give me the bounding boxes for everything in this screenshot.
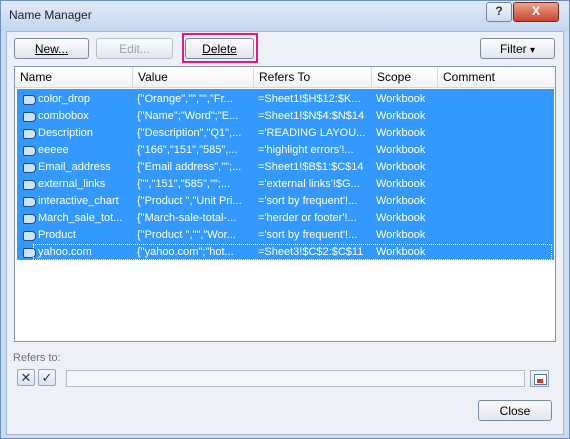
confirm-edit-button[interactable]: ✓	[38, 369, 56, 386]
table-row[interactable]: interactive_chart {"Product ","Unit Pri..…	[15, 193, 555, 210]
table-row[interactable]: Product {"Product ","","Wor... ='sort by f…	[15, 227, 555, 244]
cell-value: {"","151","585","";...	[137, 178, 231, 190]
cell-scope: Workbook	[376, 144, 426, 156]
cell-refers-to: ='READING LAYOU...	[258, 127, 366, 139]
cell-scope: Workbook	[376, 93, 426, 105]
collapse-dialog-button[interactable]	[530, 370, 549, 387]
window-close-button[interactable]: X	[513, 2, 559, 22]
table-row[interactable]: March_sale_tot... {"March-sale-total-... =…	[15, 210, 555, 227]
cell-refers-to: ='sort by frequent'!...	[258, 229, 358, 241]
check-icon: ✓	[41, 370, 53, 385]
cell-value: {"Name";"Word";"E...	[137, 110, 239, 122]
edit-button[interactable]: Edit...	[96, 38, 173, 59]
new-button[interactable]: New...	[14, 38, 89, 59]
delete-highlight-box	[182, 33, 258, 63]
table-row[interactable]: external_links {"","151","585","";... ='ex…	[15, 176, 555, 193]
cell-value: {"Orange","","","Fr...	[137, 93, 233, 105]
cell-name: eeeee	[38, 144, 69, 156]
cancel-edit-button[interactable]: ✕	[17, 369, 35, 386]
cell-scope: Workbook	[376, 229, 426, 241]
cell-refers-to: ='herder or footer'!...	[258, 212, 357, 224]
help-button[interactable]: ?	[486, 2, 512, 22]
named-range-icon	[23, 197, 36, 207]
table-row[interactable]: Email_address {"Email address","";... =She…	[15, 159, 555, 176]
cell-name: Product	[38, 229, 76, 241]
cell-refers-to: ='external links'!$G...	[258, 178, 360, 190]
named-range-icon	[23, 146, 36, 156]
cell-scope: Workbook	[376, 110, 426, 122]
cell-value: {"March-sale-total-...	[137, 212, 237, 224]
cell-scope: Workbook	[376, 127, 426, 139]
cell-refers-to: ='sort by frequent'!...	[258, 195, 358, 207]
names-list[interactable]: Name Value Refers To Scope Comment color…	[14, 66, 556, 342]
title-bar: Name Manager ? X	[1, 1, 569, 31]
close-icon: ✕	[20, 370, 32, 385]
table-row[interactable]: eeeee {"166","151","585",... ='highlight e…	[15, 142, 555, 159]
cell-value: {"Description","Q1",...	[137, 127, 242, 139]
cell-refers-to: =Sheet1!$N$4:$N$14	[258, 110, 365, 122]
cell-scope: Workbook	[376, 195, 426, 207]
filter-button[interactable]: Filter ▾	[480, 38, 555, 59]
cell-name: March_sale_tot...	[38, 212, 123, 224]
cell-value: {"Product ","Unit Pri...	[137, 195, 242, 207]
cell-name: color_drop	[38, 93, 90, 105]
cell-scope: Workbook	[376, 178, 426, 190]
named-range-icon	[23, 163, 36, 173]
refers-to-field[interactable]	[66, 370, 525, 387]
close-button-label: Close	[499, 404, 531, 418]
named-range-icon	[23, 112, 36, 122]
named-range-icon	[23, 231, 36, 241]
cell-name: interactive_chart	[38, 195, 119, 207]
named-range-icon	[23, 180, 36, 190]
filter-button-label: Filter	[499, 42, 527, 56]
named-range-icon	[23, 95, 36, 105]
cell-value: {"Email address","";...	[137, 161, 242, 173]
column-header-refers-to[interactable]: Refers To	[254, 67, 372, 87]
cell-value: {"Product ","","Wor...	[137, 229, 236, 241]
named-range-icon	[23, 129, 36, 139]
cell-name: external_links	[38, 178, 106, 190]
table-row[interactable]: color_drop {"Orange","","","Fr... =Sheet1!…	[15, 91, 555, 108]
column-header-value[interactable]: Value	[133, 67, 254, 87]
cell-value: {"166","151","585",...	[137, 144, 238, 156]
focus-rectangle	[33, 244, 552, 260]
new-button-label: New...	[34, 42, 69, 56]
table-row[interactable]: combobox {"Name";"Word";"E... =Sheet1!$N$4…	[15, 108, 555, 125]
cell-name: Description	[38, 127, 94, 139]
cell-name: combobox	[38, 110, 89, 122]
cell-name: Email_address	[38, 161, 111, 173]
named-range-icon	[23, 214, 36, 224]
column-header-scope[interactable]: Scope	[372, 67, 438, 87]
cell-refers-to: =Sheet1!$B$1:$C$14	[258, 161, 364, 173]
column-header-comment[interactable]: Comment	[438, 67, 555, 87]
chevron-down-icon: ▾	[529, 45, 536, 56]
list-header: Name Value Refers To Scope Comment	[15, 67, 555, 88]
cell-refers-to: =Sheet1!$H$12:$K...	[258, 93, 361, 105]
edit-button-label: Edit...	[119, 42, 150, 56]
column-header-name[interactable]: Name	[15, 67, 133, 87]
window-title: Name Manager	[9, 8, 92, 22]
cell-scope: Workbook	[376, 161, 426, 173]
cell-refers-to: ='highlight errors'!...	[258, 144, 354, 156]
name-manager-dialog: Name Manager ? X New... Edit... Delete F…	[0, 0, 570, 439]
cell-scope: Workbook	[376, 212, 426, 224]
table-row[interactable]: Description {"Description","Q1",... ='READ…	[15, 125, 555, 142]
refers-to-label: Refers to:	[13, 352, 61, 364]
close-button[interactable]: Close	[478, 400, 552, 421]
